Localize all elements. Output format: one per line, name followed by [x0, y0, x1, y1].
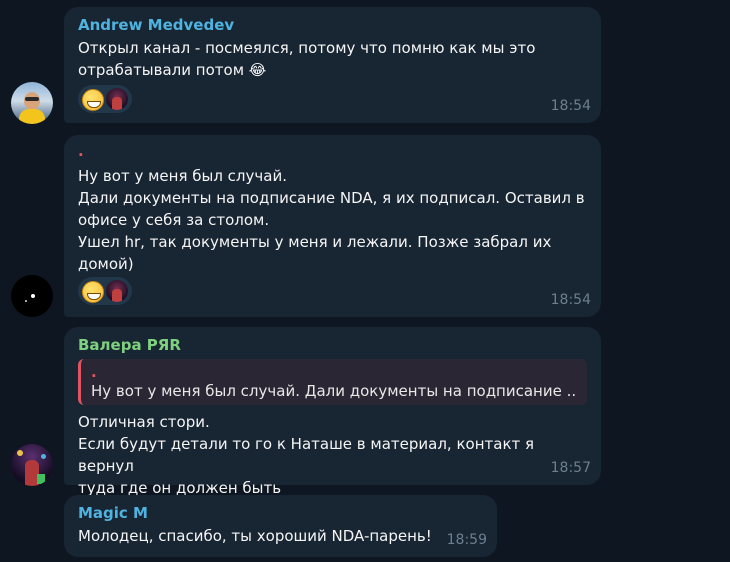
reply-quote[interactable]: . Ну вот у меня был случай. Дали докумен… [78, 359, 587, 405]
message-text: Открыл канал - посмеялся, потому что пом… [78, 39, 536, 79]
reactor-avatar [106, 280, 128, 302]
avatar[interactable] [11, 275, 53, 317]
avatar[interactable] [11, 82, 53, 124]
sender-name[interactable]: Magic M [78, 503, 483, 523]
reactions-bar [78, 85, 587, 113]
reply-text: Ну вот у меня был случай. Дали документы… [91, 382, 577, 400]
grinning-face-icon [82, 89, 104, 111]
reaction-chip[interactable] [78, 85, 132, 113]
message-bubble[interactable]: Andrew Medvedev Открыл канал - посмеялся… [64, 7, 601, 123]
reaction-chip[interactable] [78, 277, 132, 305]
message-time: 18:54 [550, 292, 591, 308]
reply-sender: . [91, 363, 97, 381]
message-bubble[interactable]: Magic M Молодец, спасибо, ты хороший NDA… [64, 495, 497, 557]
message-time: 18:57 [550, 460, 591, 476]
message-time: 18:54 [550, 98, 591, 114]
message-text: Ну вот у меня был случай. Дали документы… [78, 167, 585, 273]
reactor-avatar [106, 88, 128, 110]
message-bubble[interactable]: . Ну вот у меня был случай. Дали докумен… [64, 135, 601, 317]
message-text: Отличная стори. Если будут детали то го … [78, 413, 535, 497]
sender-name[interactable]: Andrew Medvedev [78, 15, 587, 35]
message-time: 18:59 [446, 532, 487, 548]
reactions-bar [78, 277, 587, 305]
message-bubble[interactable]: Валера РЯR . Ну вот у меня был случай. Д… [64, 327, 601, 497]
sender-name[interactable]: . [78, 143, 587, 159]
sender-name[interactable]: Валера РЯR [78, 335, 587, 355]
grinning-face-icon [82, 281, 104, 303]
message-text: Молодец, спасибо, ты хороший NDA-парень! [78, 527, 432, 545]
avatar[interactable] [11, 444, 53, 486]
